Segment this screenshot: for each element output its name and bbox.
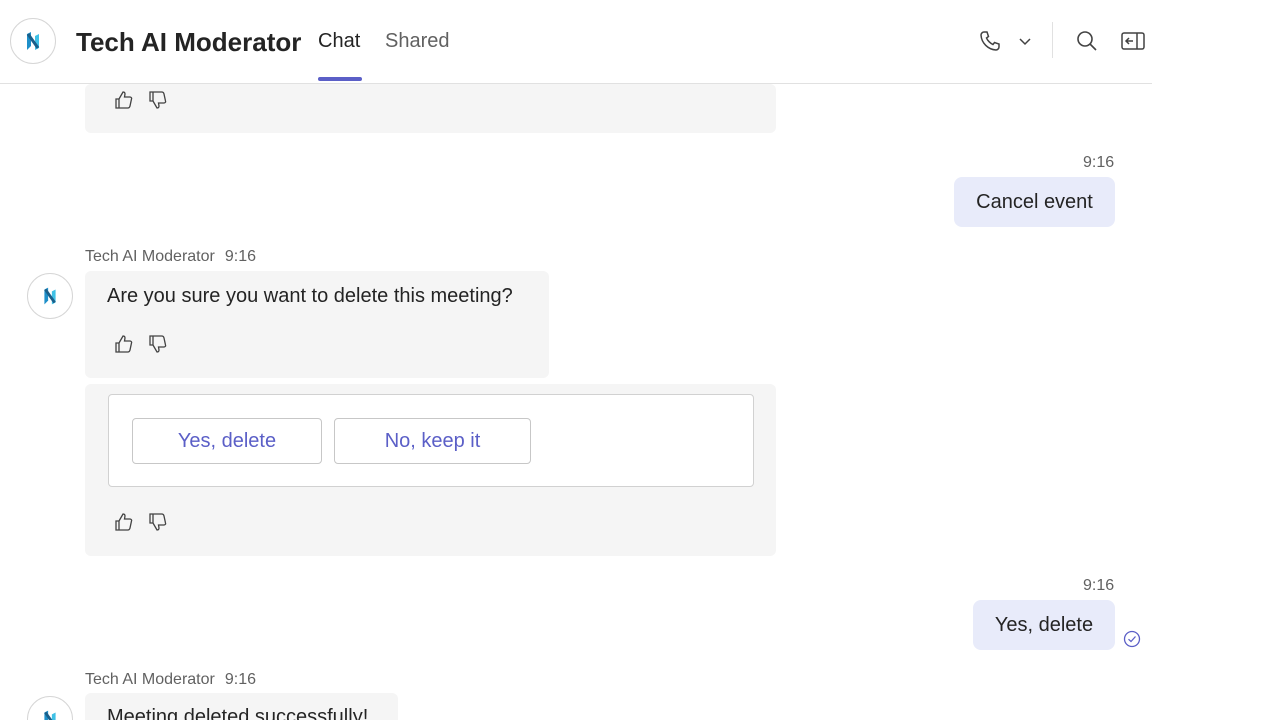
app-logo-icon <box>26 32 40 50</box>
dislike-button[interactable] <box>145 87 171 113</box>
sender-name: Tech AI Moderator <box>85 671 215 688</box>
phone-icon <box>980 31 1000 51</box>
chat-title: Tech AI Moderator <box>76 27 302 57</box>
thumbs-up-icon <box>115 335 133 353</box>
app-logo-icon <box>44 710 56 720</box>
dislike-button[interactable] <box>145 331 171 357</box>
tab-shared[interactable]: Shared <box>385 30 450 53</box>
dislike-button[interactable] <box>145 509 171 535</box>
user-message-bubble: Cancel event <box>954 177 1115 227</box>
like-button[interactable] <box>111 87 137 113</box>
adaptive-card: Yes, delete No, keep it <box>108 394 754 487</box>
panel-toggle-icon <box>1121 32 1145 50</box>
bot-avatar[interactable] <box>27 273 73 319</box>
panel-toggle-button[interactable] <box>1118 26 1148 56</box>
bot-message-bubble <box>85 84 776 133</box>
no-keep-it-button[interactable]: No, keep it <box>334 418 531 464</box>
sender-name: Tech AI Moderator <box>85 248 215 265</box>
thumbs-down-icon <box>149 91 167 109</box>
message-text: Are you sure you want to delete this mee… <box>107 285 513 307</box>
thumbs-up-icon <box>115 91 133 109</box>
tab-chat[interactable]: Chat <box>318 30 360 53</box>
message-text: Cancel event <box>976 190 1093 213</box>
chevron-down-icon <box>1019 38 1031 46</box>
app-avatar[interactable] <box>10 18 56 64</box>
yes-delete-button[interactable]: Yes, delete <box>132 418 322 464</box>
read-receipt-icon <box>1123 630 1141 648</box>
bot-avatar[interactable] <box>27 696 73 720</box>
like-button[interactable] <box>111 331 137 357</box>
message-text: Meeting deleted successfully! <box>107 706 369 720</box>
search-button[interactable] <box>1072 26 1102 56</box>
like-button[interactable] <box>111 509 137 535</box>
message-timestamp: 9:16 <box>1083 577 1115 594</box>
search-icon <box>1077 31 1097 51</box>
message-timestamp: 9:16 <box>1083 154 1115 171</box>
thumbs-down-icon <box>149 513 167 531</box>
chat-header: Tech AI Moderator Chat Shared <box>0 0 1152 84</box>
user-message-bubble: Yes, delete <box>973 600 1115 650</box>
call-button[interactable] <box>975 26 1005 56</box>
header-divider <box>1052 22 1053 58</box>
active-tab-indicator <box>318 77 362 81</box>
message-timestamp: 9:16 <box>224 671 256 688</box>
call-options-button[interactable] <box>1010 26 1040 56</box>
thumbs-up-icon <box>115 513 133 531</box>
thumbs-down-icon <box>149 335 167 353</box>
message-meta: Tech AI Moderator 9:16 <box>85 248 256 266</box>
message-meta: Tech AI Moderator 9:16 <box>85 671 256 689</box>
app-logo-icon <box>44 287 56 305</box>
message-text: Yes, delete <box>994 613 1094 636</box>
message-timestamp: 9:16 <box>224 248 256 265</box>
